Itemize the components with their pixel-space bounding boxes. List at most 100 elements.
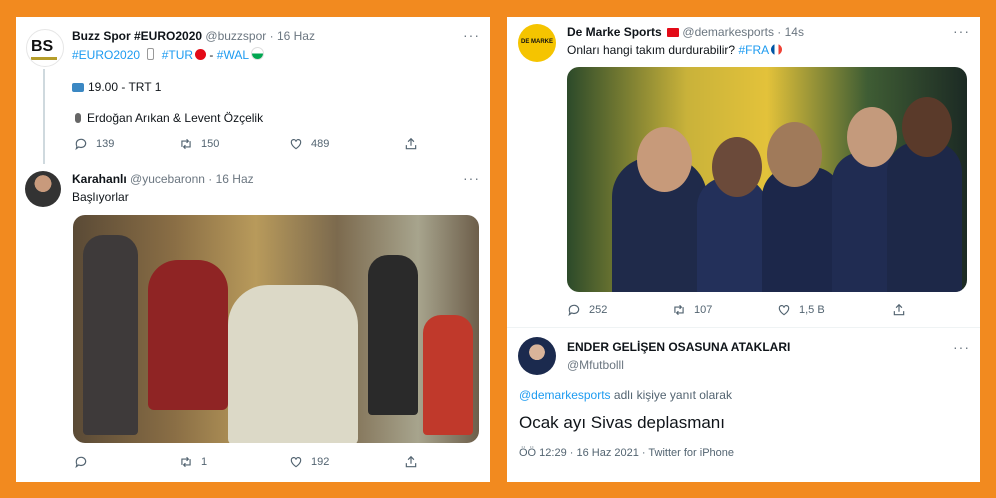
reply-count: 139 bbox=[96, 138, 115, 150]
tweet-timestamp[interactable]: ÖÖ 12:29 · 16 Haz 2021 · Twitter for iPh… bbox=[519, 447, 734, 459]
tv-line: 19.00 - TRT 1 bbox=[72, 80, 161, 94]
reply-button[interactable]: 139 bbox=[74, 137, 179, 151]
turkey-flag-icon bbox=[195, 49, 207, 60]
tweet-header: Buzz Spor #EURO2020 @buzzspor · 16 Haz bbox=[72, 29, 315, 43]
like-count: 192 bbox=[311, 456, 330, 468]
reply-button[interactable] bbox=[74, 455, 179, 469]
tweet-divider bbox=[507, 327, 980, 328]
buzzspor-avatar[interactable]: BS bbox=[26, 29, 64, 67]
reply-icon bbox=[75, 138, 87, 151]
like-button[interactable]: 489 bbox=[289, 137, 404, 151]
photo-player bbox=[887, 142, 962, 292]
author-name[interactable]: Buzz Spor #EURO2020 bbox=[72, 29, 202, 43]
tweet-date[interactable]: · 16 Haz bbox=[208, 172, 253, 186]
author-handle[interactable]: @Mfutbolll bbox=[567, 358, 790, 372]
like-button[interactable]: 192 bbox=[289, 455, 404, 469]
avatar-stripe bbox=[31, 57, 57, 60]
tweet-actions: 1 192 bbox=[74, 455, 418, 469]
replying-to-line: @demarkesports adlı kişiye yanıt olarak bbox=[519, 388, 732, 402]
photo-figure bbox=[83, 235, 138, 435]
like-count: 1,5 B bbox=[799, 304, 825, 316]
tweet-text: Onları hangi takım durdurabilir? bbox=[567, 43, 736, 57]
tweet-actions: 139 150 489 bbox=[74, 137, 418, 151]
author-name[interactable]: ENDER GELİŞEN OSASUNA ATAKLARI bbox=[567, 340, 790, 354]
more-icon[interactable]: ··· bbox=[953, 23, 970, 39]
photo-figure bbox=[368, 255, 418, 415]
share-icon bbox=[893, 303, 905, 316]
author-handle[interactable]: @yucebaronn bbox=[130, 172, 205, 186]
karahanli-avatar[interactable] bbox=[25, 171, 61, 207]
hashtag-euro2020[interactable]: #EURO2020 bbox=[72, 48, 140, 62]
left-screenshot: BS Buzz Spor #EURO2020 @buzzspor · 16 Ha… bbox=[16, 17, 490, 482]
author-name[interactable]: De Marke Sports bbox=[567, 25, 662, 39]
photo-player bbox=[637, 127, 692, 192]
retweet-icon bbox=[181, 456, 191, 468]
tweet-date[interactable]: · 14s bbox=[777, 25, 804, 39]
reply-mention-link[interactable]: @demarkesports bbox=[519, 388, 611, 402]
more-icon[interactable]: ··· bbox=[953, 339, 970, 355]
tweet-image-france-players[interactable] bbox=[567, 67, 967, 292]
tv-icon bbox=[72, 83, 84, 92]
photo-player bbox=[767, 122, 822, 187]
author-handle[interactable]: @demarkesports bbox=[682, 25, 774, 39]
reply-button[interactable]: 252 bbox=[567, 303, 672, 317]
reply-suffix-text: adlı kişiye yanıt olarak bbox=[613, 388, 732, 402]
demarke-avatar[interactable]: DE MARKE bbox=[518, 24, 556, 62]
retweet-button[interactable]: 1 bbox=[179, 455, 289, 469]
photo-player bbox=[712, 137, 762, 197]
avatar-logo-text: BS bbox=[31, 38, 54, 55]
more-icon[interactable]: ··· bbox=[463, 170, 480, 186]
retweet-button[interactable]: 107 bbox=[672, 303, 777, 317]
share-button[interactable] bbox=[404, 137, 418, 151]
like-button[interactable]: 1,5 B bbox=[777, 303, 892, 317]
tweet-header: De Marke Sports @demarkesports · 14s bbox=[567, 25, 804, 39]
reply-count: 252 bbox=[589, 304, 608, 316]
heart-icon bbox=[778, 305, 790, 316]
tweet-image-family-scene[interactable] bbox=[73, 215, 479, 443]
share-icon bbox=[405, 137, 417, 150]
tv-text: 19.00 - TRT 1 bbox=[88, 80, 162, 94]
author-handle[interactable]: @buzzspor bbox=[205, 29, 266, 43]
tweet-date[interactable]: · 16 Haz bbox=[270, 29, 315, 43]
hashtag-line: #EURO2020 #TUR - #WAL bbox=[72, 47, 264, 62]
microphone-icon bbox=[75, 113, 81, 123]
retweet-icon bbox=[181, 138, 191, 150]
hashtag-tur[interactable]: #TUR bbox=[162, 48, 193, 62]
author-name[interactable]: Karahanlı bbox=[72, 172, 127, 186]
reply-icon bbox=[75, 456, 87, 469]
mic-line: Erdoğan Arıkan & Levent Özçelik bbox=[72, 111, 263, 125]
heart-icon bbox=[290, 457, 302, 468]
tweet-header: Karahanlı @yucebaronn · 16 Haz bbox=[72, 172, 254, 186]
reply-icon bbox=[568, 304, 580, 317]
thread-line bbox=[43, 69, 45, 164]
photo-figure bbox=[148, 260, 228, 410]
reply-tweet-text: Ocak ayı Sivas deplasmanı bbox=[519, 413, 725, 432]
phone-icon bbox=[147, 48, 155, 60]
share-button[interactable] bbox=[892, 303, 906, 317]
more-icon[interactable]: ··· bbox=[463, 27, 480, 43]
author-block: ENDER GELİŞEN OSASUNA ATAKLARI @Mfutboll… bbox=[567, 340, 790, 372]
retweet-count: 1 bbox=[201, 456, 208, 468]
avatar-logo-text: DE MARKE bbox=[520, 39, 553, 45]
tweet-actions: 252 107 1,5 B bbox=[567, 303, 906, 317]
photo-figure bbox=[423, 315, 473, 435]
retweet-count: 107 bbox=[694, 304, 713, 316]
turkey-flag-icon bbox=[667, 28, 680, 37]
hashtag-separator: - bbox=[209, 48, 214, 62]
share-button[interactable] bbox=[404, 455, 418, 469]
retweet-count: 150 bbox=[201, 138, 220, 150]
like-count: 489 bbox=[311, 138, 330, 150]
heart-icon bbox=[290, 139, 302, 150]
retweet-button[interactable]: 150 bbox=[179, 137, 289, 151]
france-flag-icon bbox=[771, 44, 783, 55]
mfutbolll-avatar[interactable] bbox=[518, 337, 556, 375]
wales-flag-icon bbox=[251, 47, 264, 60]
tweet-text-line: Onları hangi takım durdurabilir? #FRA bbox=[567, 43, 783, 57]
hashtag-fra[interactable]: #FRA bbox=[738, 43, 769, 57]
photo-figure bbox=[228, 285, 358, 443]
hashtag-wal[interactable]: #WAL bbox=[217, 48, 249, 62]
photo-player bbox=[902, 97, 952, 157]
tweet-text: Başlıyorlar bbox=[72, 190, 129, 204]
retweet-icon bbox=[674, 304, 684, 316]
mic-text: Erdoğan Arıkan & Levent Özçelik bbox=[87, 111, 264, 125]
